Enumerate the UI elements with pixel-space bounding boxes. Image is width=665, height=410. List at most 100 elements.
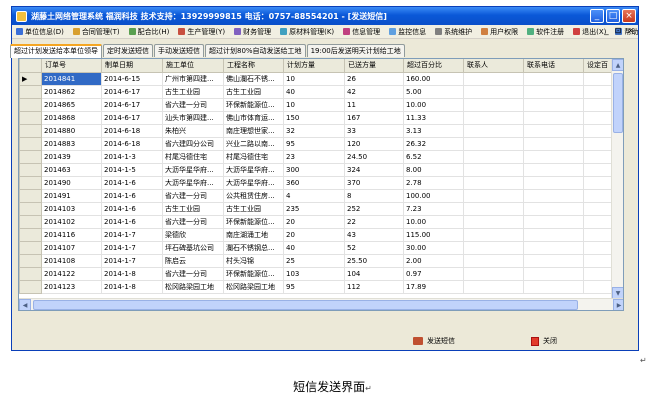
scroll-left-button[interactable]: ◀: [19, 299, 31, 310]
table-cell[interactable]: 150: [283, 110, 345, 125]
table-cell[interactable]: 324: [344, 162, 404, 177]
table-cell[interactable]: 235: [283, 201, 345, 216]
row-header[interactable]: [19, 227, 42, 242]
column-header[interactable]: 联系电话: [523, 59, 584, 73]
table-cell[interactable]: 瀾石不锈钢总...: [223, 240, 284, 255]
table-cell[interactable]: [463, 188, 524, 203]
table-cell[interactable]: 佛山瀾石不锈...: [223, 71, 284, 86]
table-cell[interactable]: 大沥华星华府...: [223, 162, 284, 177]
table-cell[interactable]: [523, 279, 584, 294]
table-cell[interactable]: [463, 175, 524, 190]
row-header[interactable]: [19, 110, 42, 125]
row-header[interactable]: [19, 201, 42, 216]
table-cell[interactable]: [463, 240, 524, 255]
table-cell[interactable]: 8.00: [403, 162, 464, 177]
table-row[interactable]: 2014103 2014-1-6 古生工业园 古生工业园 235 252 7.23: [19, 201, 623, 216]
table-cell[interactable]: [463, 136, 524, 151]
table-cell[interactable]: 201490: [41, 175, 102, 190]
table-cell[interactable]: 252: [344, 201, 404, 216]
table-cell[interactable]: 104: [344, 266, 404, 281]
menu-item[interactable]: 财务管理: [234, 27, 271, 37]
table-cell[interactable]: 陈启云: [162, 253, 224, 268]
menu-item[interactable]: 信息管理: [343, 27, 380, 37]
table-cell[interactable]: 2014-6-15: [101, 71, 163, 86]
table-cell[interactable]: [523, 227, 584, 242]
table-cell[interactable]: 2014123: [41, 279, 102, 294]
table-cell[interactable]: [523, 201, 584, 216]
table-cell[interactable]: 5.00: [403, 84, 464, 99]
table-cell[interactable]: [463, 71, 524, 86]
table-cell[interactable]: [523, 149, 584, 164]
horizontal-scrollbar[interactable]: ◀ ▶: [19, 298, 623, 310]
menu-item[interactable]: 用户权限: [481, 27, 518, 37]
column-header[interactable]: 工程名称: [223, 59, 284, 73]
table-cell[interactable]: 360: [283, 175, 345, 190]
table-cell[interactable]: 2.00: [403, 253, 464, 268]
table-cell[interactable]: 省六建一分司: [162, 188, 224, 203]
table-cell[interactable]: 南庄理想世家...: [223, 123, 284, 138]
mdi-minimize-button[interactable]: _: [605, 26, 609, 35]
table-cell[interactable]: 112: [344, 279, 404, 294]
row-header[interactable]: [19, 149, 42, 164]
table-cell[interactable]: 2014116: [41, 227, 102, 242]
table-cell[interactable]: [523, 214, 584, 229]
table-cell[interactable]: 2014-6-18: [101, 123, 163, 138]
table-cell[interactable]: 25.50: [344, 253, 404, 268]
table-cell[interactable]: 2014108: [41, 253, 102, 268]
table-cell[interactable]: 52: [344, 240, 404, 255]
table-cell[interactable]: 2014-1-8: [101, 279, 163, 294]
row-header[interactable]: [19, 188, 42, 203]
table-cell[interactable]: 103: [283, 266, 345, 281]
menu-item[interactable]: 合同管理(T): [72, 27, 120, 37]
column-header[interactable]: 已送方量: [344, 59, 404, 73]
table-cell[interactable]: 2014880: [41, 123, 102, 138]
column-header[interactable]: 施工单位: [162, 59, 224, 73]
column-header[interactable]: 制单日期: [101, 59, 163, 73]
table-cell[interactable]: 古生工业园: [162, 84, 224, 99]
table-cell[interactable]: 环保新能源位...: [223, 266, 284, 281]
table-cell[interactable]: 95: [283, 136, 345, 151]
table-cell[interactable]: 7.23: [403, 201, 464, 216]
send-sms-button[interactable]: 发送短信: [413, 336, 455, 346]
table-cell[interactable]: 20: [283, 214, 345, 229]
minimize-button[interactable]: _: [590, 9, 604, 23]
table-cell[interactable]: 朱柏兴: [162, 123, 224, 138]
table-cell[interactable]: 2014-1-7: [101, 240, 163, 255]
table-cell[interactable]: 2014103: [41, 201, 102, 216]
column-header[interactable]: 计划方量: [283, 59, 345, 73]
table-cell[interactable]: 40: [283, 240, 345, 255]
table-cell[interactable]: 115.00: [403, 227, 464, 242]
close-window-button[interactable]: ×: [622, 9, 636, 23]
table-cell[interactable]: 省六建一分司: [162, 266, 224, 281]
table-cell[interactable]: 26.32: [403, 136, 464, 151]
table-cell[interactable]: 2014-1-6: [101, 214, 163, 229]
table-cell[interactable]: 4: [283, 188, 345, 203]
row-header[interactable]: [19, 123, 42, 138]
table-cell[interactable]: 村尾冯德住宅: [162, 149, 224, 164]
table-row[interactable]: 2014123 2014-1-8 松冈路梁园工地 松冈路梁园工地 95 112 17.89: [19, 279, 623, 294]
table-cell[interactable]: [523, 84, 584, 99]
table-cell[interactable]: 8: [344, 188, 404, 203]
table-cell[interactable]: 2014-6-17: [101, 97, 163, 112]
table-cell[interactable]: 村头冯锦: [223, 253, 284, 268]
table-cell[interactable]: 160.00: [403, 71, 464, 86]
table-cell[interactable]: 2014868: [41, 110, 102, 125]
table-cell[interactable]: 370: [344, 175, 404, 190]
table-cell[interactable]: [523, 71, 584, 86]
table-cell[interactable]: 村尾冯德住宅: [223, 149, 284, 164]
table-cell[interactable]: 古生工业园: [223, 84, 284, 99]
tab[interactable]: 超过计划发送给本单位领导: [10, 44, 102, 58]
table-cell[interactable]: 95: [283, 279, 345, 294]
tab[interactable]: 19:00后发送明天计划给工地: [306, 44, 405, 57]
maximize-button[interactable]: □: [606, 9, 620, 23]
row-header[interactable]: [19, 136, 42, 151]
table-cell[interactable]: [523, 253, 584, 268]
table-row[interactable]: 2014102 2014-1-6 省六建一分司 环保新能源位... 20 22 10.00: [19, 214, 623, 229]
menu-item[interactable]: 原材料管理(K): [280, 27, 334, 37]
column-header[interactable]: 超过百分比: [403, 59, 464, 73]
table-cell[interactable]: 松冈路梁园工地: [223, 279, 284, 294]
table-cell[interactable]: [463, 227, 524, 242]
table-cell[interactable]: 2014122: [41, 266, 102, 281]
table-cell[interactable]: 2014-1-6: [101, 175, 163, 190]
table-cell[interactable]: 300: [283, 162, 345, 177]
